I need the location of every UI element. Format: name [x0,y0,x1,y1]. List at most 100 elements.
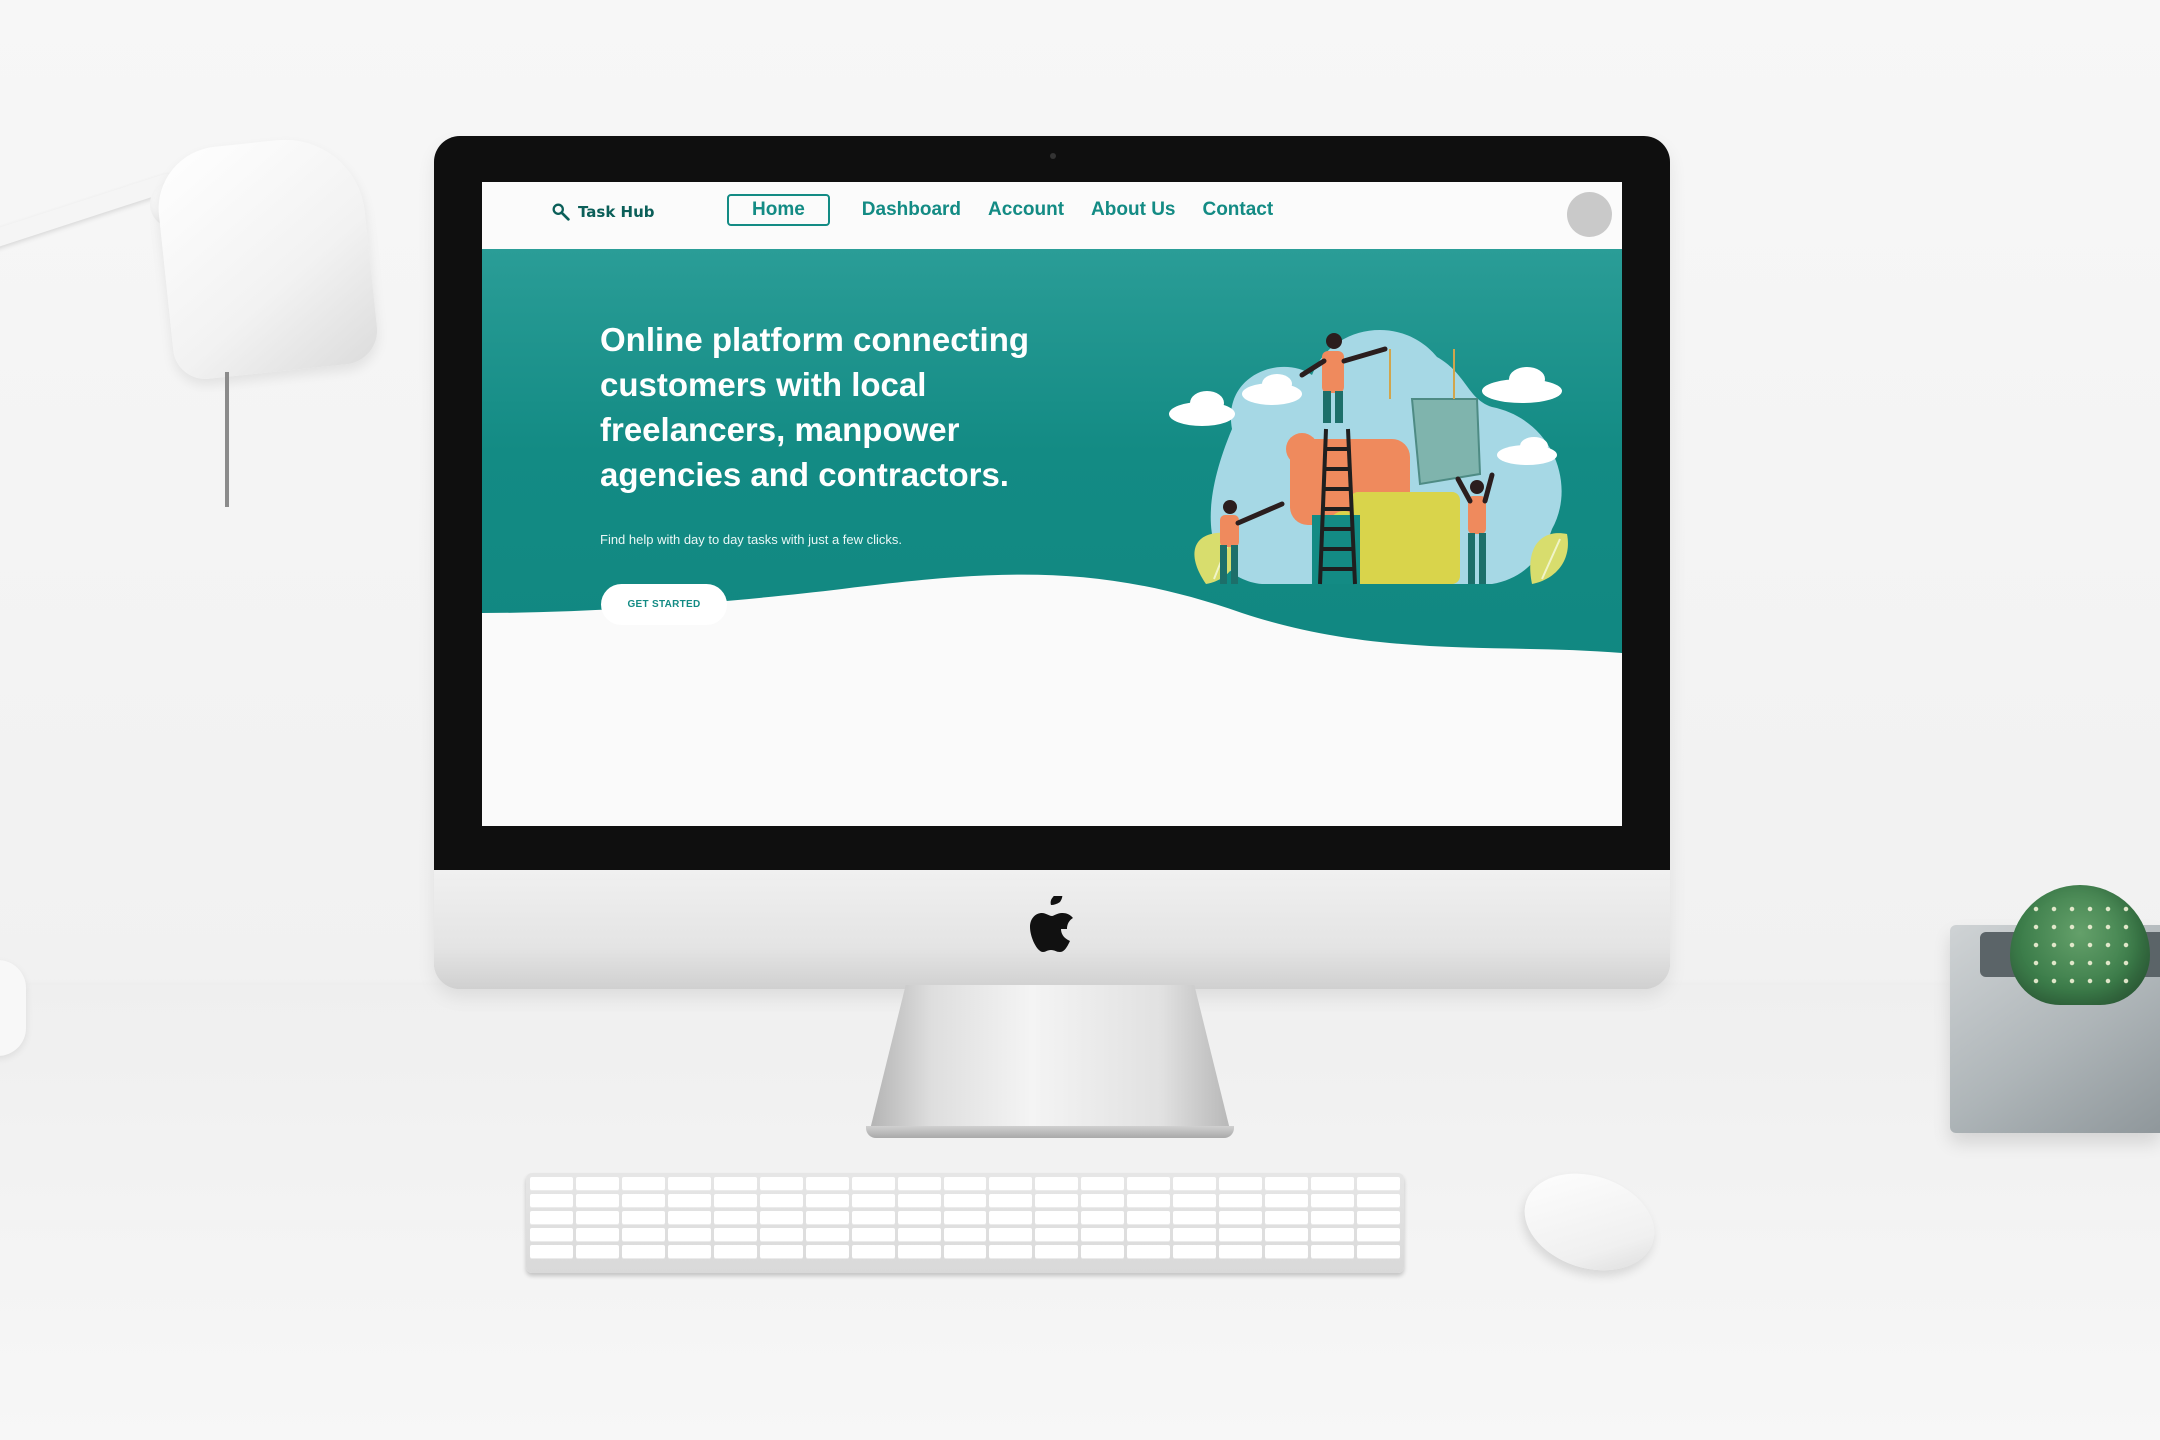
keyboard-key[interactable] [575,1228,619,1242]
keyboard-key[interactable] [989,1177,1033,1191]
keyboard-key[interactable] [530,1228,573,1242]
keyboard-key[interactable] [897,1177,941,1191]
keyboard-key[interactable] [621,1245,665,1259]
keyboard-key[interactable] [713,1194,757,1208]
keyboard-key[interactable] [943,1177,987,1191]
keyboard-key[interactable] [1357,1177,1400,1191]
keyboard-key[interactable] [805,1177,849,1191]
keyboard-key[interactable] [1173,1245,1217,1259]
keyboard-key[interactable] [575,1245,619,1259]
keyboard-key[interactable] [1311,1177,1355,1191]
keyboard-key[interactable] [851,1194,895,1208]
keyboard-key[interactable] [1219,1194,1263,1208]
keyboard-key[interactable] [1127,1177,1171,1191]
keyboard-key[interactable] [667,1194,711,1208]
keyboard-key[interactable] [1265,1211,1309,1225]
keyboard-key[interactable] [851,1211,895,1225]
keyboard-key[interactable] [759,1245,803,1259]
keyboard-key[interactable] [897,1211,941,1225]
keyboard-key[interactable] [1219,1177,1263,1191]
keyboard-key[interactable] [1127,1228,1171,1242]
keyboard-key[interactable] [530,1211,573,1225]
keyboard-key[interactable] [530,1245,573,1259]
keyboard-key[interactable] [575,1177,619,1191]
keyboard-key[interactable] [530,1194,573,1208]
keyboard-key[interactable] [1081,1194,1125,1208]
avatar-icon[interactable] [1567,192,1612,237]
keyboard-key[interactable] [805,1194,849,1208]
keyboard-key[interactable] [1311,1194,1355,1208]
keyboard-key[interactable] [989,1194,1033,1208]
keyboard-key[interactable] [1035,1245,1079,1259]
keyboard-key[interactable] [851,1228,895,1242]
keyboard-key[interactable] [621,1194,665,1208]
keyboard-key[interactable] [575,1194,619,1208]
keyboard-key[interactable] [943,1228,987,1242]
keyboard-key[interactable] [1265,1177,1309,1191]
keyboard-key[interactable] [1219,1228,1263,1242]
get-started-button[interactable]: GET STARTED [601,584,727,625]
nav-item-about-us[interactable]: About Us [1091,199,1175,221]
keyboard-key[interactable] [1081,1211,1125,1225]
keyboard-key[interactable] [713,1177,757,1191]
keyboard-key[interactable] [1357,1228,1400,1242]
keyboard-key[interactable] [805,1245,849,1259]
keyboard-key[interactable] [1035,1194,1079,1208]
keyboard-key[interactable] [1035,1177,1079,1191]
keyboard-key[interactable] [1219,1211,1263,1225]
keyboard-key[interactable] [943,1211,987,1225]
keyboard-key[interactable] [851,1245,895,1259]
keyboard-key[interactable] [897,1228,941,1242]
keyboard-key[interactable] [805,1211,849,1225]
keyboard-key[interactable] [1173,1211,1217,1225]
brand-logo[interactable]: Task Hub [550,201,655,223]
nav-item-dashboard[interactable]: Dashboard [862,199,961,221]
keyboard-key[interactable] [621,1211,665,1225]
keyboard-key[interactable] [1219,1245,1263,1259]
keyboard-key[interactable] [897,1245,941,1259]
keyboard-key[interactable] [1035,1228,1079,1242]
keyboard-key[interactable] [713,1211,757,1225]
keyboard-key[interactable] [1127,1211,1171,1225]
keyboard-key[interactable] [1035,1211,1079,1225]
keyboard-key[interactable] [667,1211,711,1225]
keyboard-key[interactable] [530,1177,573,1191]
keyboard-key[interactable] [1357,1245,1400,1259]
keyboard-key[interactable] [1173,1177,1217,1191]
keyboard-key[interactable] [713,1245,757,1259]
keyboard-key[interactable] [1127,1194,1171,1208]
nav-item-contact[interactable]: Contact [1202,199,1273,221]
keyboard-key[interactable] [713,1228,757,1242]
keyboard-key[interactable] [943,1194,987,1208]
keyboard-key[interactable] [759,1177,803,1191]
keyboard-key[interactable] [667,1245,711,1259]
keyboard-key[interactable] [897,1194,941,1208]
nav-item-home[interactable]: Home [727,194,830,226]
keyboard-key[interactable] [621,1177,665,1191]
keyboard[interactable] [526,1173,1404,1273]
keyboard-key[interactable] [989,1211,1033,1225]
keyboard-key[interactable] [1173,1228,1217,1242]
keyboard-key[interactable] [1311,1211,1355,1225]
keyboard-key[interactable] [1173,1194,1217,1208]
keyboard-key[interactable] [1357,1211,1400,1225]
keyboard-key[interactable] [759,1228,803,1242]
keyboard-key[interactable] [1081,1245,1125,1259]
keyboard-key[interactable] [851,1177,895,1191]
keyboard-key[interactable] [759,1194,803,1208]
keyboard-key[interactable] [1127,1245,1171,1259]
keyboard-key[interactable] [621,1228,665,1242]
keyboard-key[interactable] [759,1211,803,1225]
keyboard-key[interactable] [989,1245,1033,1259]
keyboard-key[interactable] [1081,1177,1125,1191]
keyboard-key[interactable] [667,1228,711,1242]
keyboard-key[interactable] [575,1211,619,1225]
keyboard-key[interactable] [1311,1245,1355,1259]
keyboard-key[interactable] [1311,1228,1355,1242]
nav-item-account[interactable]: Account [988,199,1064,221]
keyboard-key[interactable] [1265,1245,1309,1259]
keyboard-key[interactable] [1265,1228,1309,1242]
keyboard-key[interactable] [667,1177,711,1191]
keyboard-key[interactable] [943,1245,987,1259]
keyboard-key[interactable] [1081,1228,1125,1242]
